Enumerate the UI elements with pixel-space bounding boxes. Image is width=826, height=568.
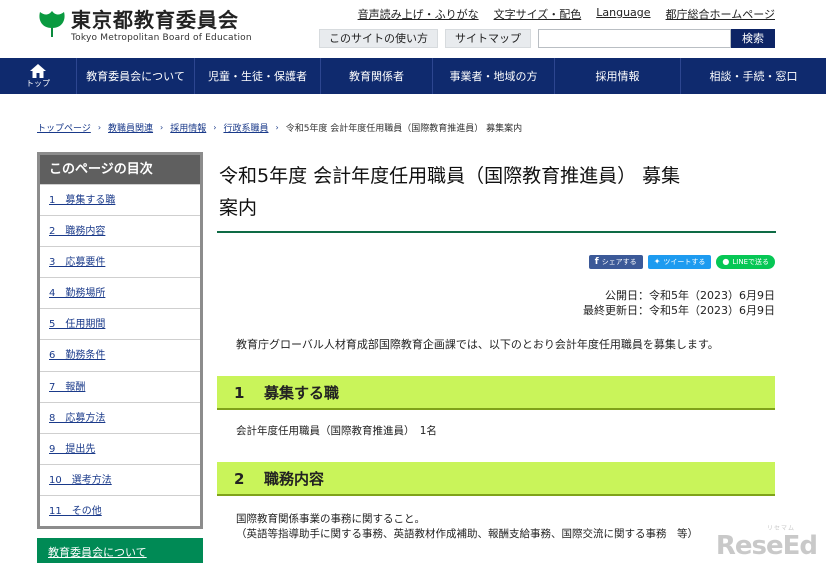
- nav-home-label: トップ: [26, 78, 50, 89]
- main-content: 令和5年度 会計年度任用職員（国際教育推進員） 募集案内 f シェアする ✦ ツ…: [217, 160, 775, 233]
- sidebar-board-link[interactable]: 教育委員会について: [37, 538, 203, 563]
- logo-title: 東京都教育委員会: [71, 9, 252, 31]
- toc-item[interactable]: 11 その他: [40, 495, 200, 526]
- nav-item-students[interactable]: 児童・生徒・保護者: [194, 58, 320, 94]
- home-icon: [30, 64, 46, 78]
- toc-item[interactable]: 10 選考方法: [40, 464, 200, 495]
- breadcrumb-current: 令和5年度 会計年度任用職員（国際教育推進員） 募集案内: [286, 121, 522, 134]
- nav-item-board[interactable]: 教育委員会について: [76, 58, 194, 94]
- toc-item[interactable]: 7 報酬: [40, 371, 200, 402]
- toc-item[interactable]: 3 応募要件: [40, 246, 200, 277]
- ginkgo-logo-icon: [37, 9, 67, 39]
- site-header: 東京都教育委員会 Tokyo Metropolitan Board of Edu…: [0, 0, 826, 58]
- util-link-metro-home[interactable]: 都庁総合ホームページ: [666, 6, 775, 22]
- updated-date: 最終更新日：令和5年（2023）6月9日: [583, 303, 775, 318]
- chevron-right-icon: ›: [98, 123, 101, 132]
- lead-paragraph: 教育庁グローバル人材育成部国際教育企画課では、以下のとおり会計年度任用職員を募集…: [236, 336, 719, 352]
- site-logo[interactable]: 東京都教育委員会 Tokyo Metropolitan Board of Edu…: [37, 9, 252, 43]
- page-toc: このページの目次 1 募集する職 2 職務内容 3 応募要件 4 勤務場所 5 …: [37, 152, 203, 529]
- section-2-body: 国際教育関係事業の事務に関すること。 （英語等指導助手に関する事務、英語教材作成…: [236, 512, 698, 542]
- nav-item-businesses[interactable]: 事業者・地域の方: [432, 58, 554, 94]
- how-to-use-button[interactable]: このサイトの使い方: [319, 29, 438, 48]
- page-title: 令和5年度 会計年度任用職員（国際教育推進員） 募集案内: [217, 160, 775, 224]
- nav-item-educators[interactable]: 教育関係者: [320, 58, 432, 94]
- chevron-right-icon: ›: [275, 123, 278, 132]
- toc-item[interactable]: 8 応募方法: [40, 402, 200, 433]
- search-button[interactable]: 検索: [731, 29, 775, 48]
- breadcrumb-link-admin[interactable]: 行政系職員: [223, 121, 268, 134]
- twitter-bird-icon: ✦: [654, 255, 661, 269]
- nav-item-recruitment[interactable]: 採用情報: [554, 58, 680, 94]
- share-buttons: f シェアする ✦ ツイートする ● LINEで送る: [589, 255, 775, 269]
- util-link-language[interactable]: Language: [596, 6, 650, 22]
- toc-item[interactable]: 5 任用期間: [40, 308, 200, 339]
- facebook-icon: f: [595, 255, 599, 269]
- breadcrumb: トップページ › 教職員関連 › 採用情報 › 行政系職員 › 令和5年度 会計…: [37, 121, 522, 134]
- line-chat-icon: ●: [722, 255, 729, 269]
- breadcrumb-link-recruit[interactable]: 採用情報: [170, 121, 206, 134]
- toc-title: このページの目次: [40, 155, 200, 184]
- sitemap-button[interactable]: サイトマップ: [445, 29, 531, 48]
- published-date: 公開日：令和5年（2023）6月9日: [583, 288, 775, 303]
- breadcrumb-link-top[interactable]: トップページ: [37, 121, 91, 134]
- nav-home[interactable]: トップ: [0, 58, 76, 94]
- watermark-logo: ReseEd: [716, 531, 817, 561]
- toc-item[interactable]: 6 勤務条件: [40, 339, 200, 370]
- chevron-right-icon: ›: [213, 123, 216, 132]
- facebook-share-button[interactable]: f シェアする: [589, 255, 643, 269]
- toc-item[interactable]: 2 職務内容: [40, 215, 200, 246]
- toc-item[interactable]: 9 提出先: [40, 433, 200, 464]
- section-heading-2: 2職務内容: [217, 462, 775, 496]
- nav-item-consultation[interactable]: 相談・手続・窓口: [680, 58, 826, 94]
- toc-item[interactable]: 4 勤務場所: [40, 277, 200, 308]
- title-divider: [217, 231, 776, 233]
- toc-item[interactable]: 1 募集する職: [40, 184, 200, 215]
- line-share-button[interactable]: ● LINEで送る: [716, 255, 775, 269]
- twitter-share-button[interactable]: ✦ ツイートする: [648, 255, 712, 269]
- page-dates: 公開日：令和5年（2023）6月9日 最終更新日：令和5年（2023）6月9日: [583, 288, 775, 318]
- breadcrumb-link-staff[interactable]: 教職員関連: [108, 121, 153, 134]
- util-link-reading[interactable]: 音声読み上げ・ふりがな: [358, 6, 479, 22]
- logo-subtitle: Tokyo Metropolitan Board of Education: [71, 33, 252, 43]
- section-1-body: 会計年度任用職員（国際教育推進員） 1名: [236, 424, 437, 439]
- util-link-text-size[interactable]: 文字サイズ・配色: [494, 6, 582, 22]
- section-heading-1: 1募集する職: [217, 376, 775, 410]
- search-input[interactable]: [538, 29, 731, 48]
- chevron-right-icon: ›: [160, 123, 163, 132]
- utility-row: このサイトの使い方 サイトマップ 検索: [319, 29, 775, 48]
- utility-links: 音声読み上げ・ふりがな 文字サイズ・配色 Language 都庁総合ホームページ: [358, 6, 775, 22]
- global-nav: トップ 教育委員会について 児童・生徒・保護者 教育関係者 事業者・地域の方 採…: [0, 58, 826, 94]
